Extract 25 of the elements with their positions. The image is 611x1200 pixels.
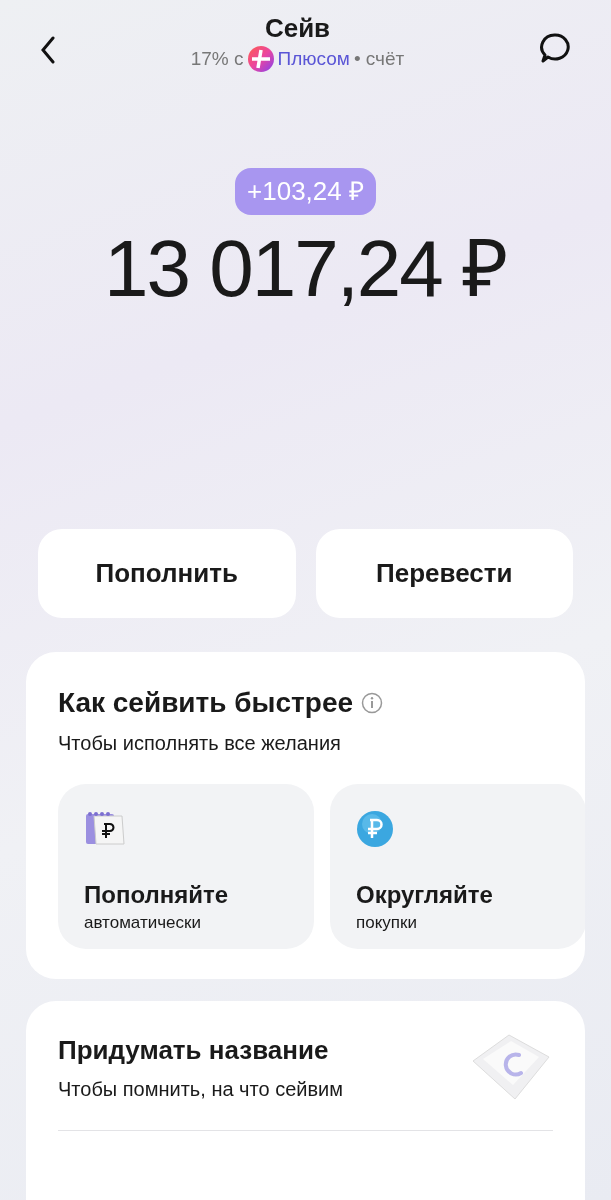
account-label: • счёт	[353, 46, 405, 71]
name-card-title: Придумать название	[58, 1034, 330, 1067]
tip-card[interactable]: Округляйте покупки	[330, 784, 585, 949]
info-icon[interactable]	[361, 692, 384, 714]
tip-title: Пополняйте	[84, 880, 230, 910]
ruble-coin-icon	[356, 810, 394, 848]
balance-change-badge: +103,24 ₽	[235, 168, 376, 215]
tips-subtitle: Чтобы исполнять все желания	[58, 731, 342, 756]
page-title: Сейв	[264, 12, 331, 45]
action-button[interactable]: Перевести	[315, 529, 573, 618]
tips-title: Как сейвить быстрее	[58, 686, 354, 720]
tip-card[interactable]: Пополняйте автоматически	[58, 784, 314, 949]
name-card[interactable]: Придумать название Чтобы помнить, на что сейвим	[26, 1001, 585, 1200]
action-button[interactable]: Пополнить	[38, 529, 296, 618]
chat-icon[interactable]	[539, 32, 571, 64]
rate-text: 17% с	[190, 46, 244, 71]
balance-amount: 13 017,24 ₽	[103, 229, 508, 309]
tip-subtitle: покупки	[356, 912, 418, 934]
back-icon[interactable]	[40, 36, 56, 64]
plus-link[interactable]: Плюсом	[277, 44, 350, 73]
name-card-subtitle: Чтобы помнить, на что сейвим	[58, 1077, 343, 1102]
plus-logo-icon	[247, 45, 274, 72]
tip-subtitle: автоматически	[84, 912, 202, 934]
calendar-icon	[84, 810, 126, 846]
tip-title: Округляйте	[356, 880, 494, 910]
